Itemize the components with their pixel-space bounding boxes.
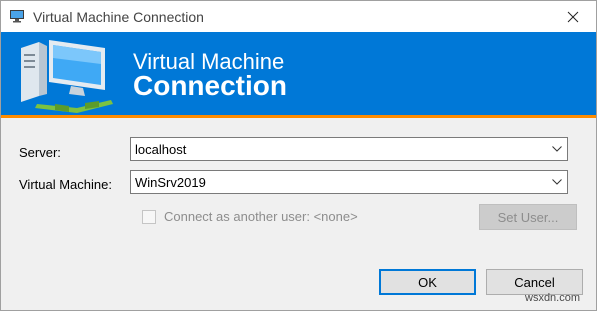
connect-as-another-user-option[interactable]: Connect as another user: <none> xyxy=(142,209,358,224)
server-value: localhost xyxy=(135,141,187,157)
connect-as-another-user-checkbox[interactable] xyxy=(142,209,156,224)
virtual-machine-value: WinSrv2019 xyxy=(135,174,206,190)
connect-as-another-user-label: Connect as another user: <none> xyxy=(164,209,358,224)
close-icon xyxy=(567,11,579,22)
set-user-button[interactable]: Set User... xyxy=(479,204,577,230)
computer-network-illustration xyxy=(21,40,113,113)
title-bar[interactable]: Virtual Machine Connection xyxy=(1,1,596,32)
window-title: Virtual Machine Connection xyxy=(33,9,204,25)
close-button[interactable] xyxy=(550,1,596,32)
chevron-down-icon[interactable] xyxy=(547,138,567,160)
server-combobox[interactable]: localhost xyxy=(130,137,568,161)
ok-button[interactable]: OK xyxy=(379,269,476,295)
watermark: wsxdn.com xyxy=(525,292,581,304)
header-banner: Virtual Machine Connection xyxy=(1,32,596,118)
vm-monitor-icon xyxy=(9,8,25,24)
virtual-machine-label: Virtual Machine: xyxy=(19,177,112,192)
banner-title-line2: Connection xyxy=(133,70,287,101)
chevron-down-icon[interactable] xyxy=(547,171,567,193)
virtual-machine-combobox[interactable]: WinSrv2019 xyxy=(130,170,568,194)
server-label: Server: xyxy=(19,145,61,160)
vm-connection-dialog: Virtual Machine Connection Virtual Machi… xyxy=(0,0,597,311)
